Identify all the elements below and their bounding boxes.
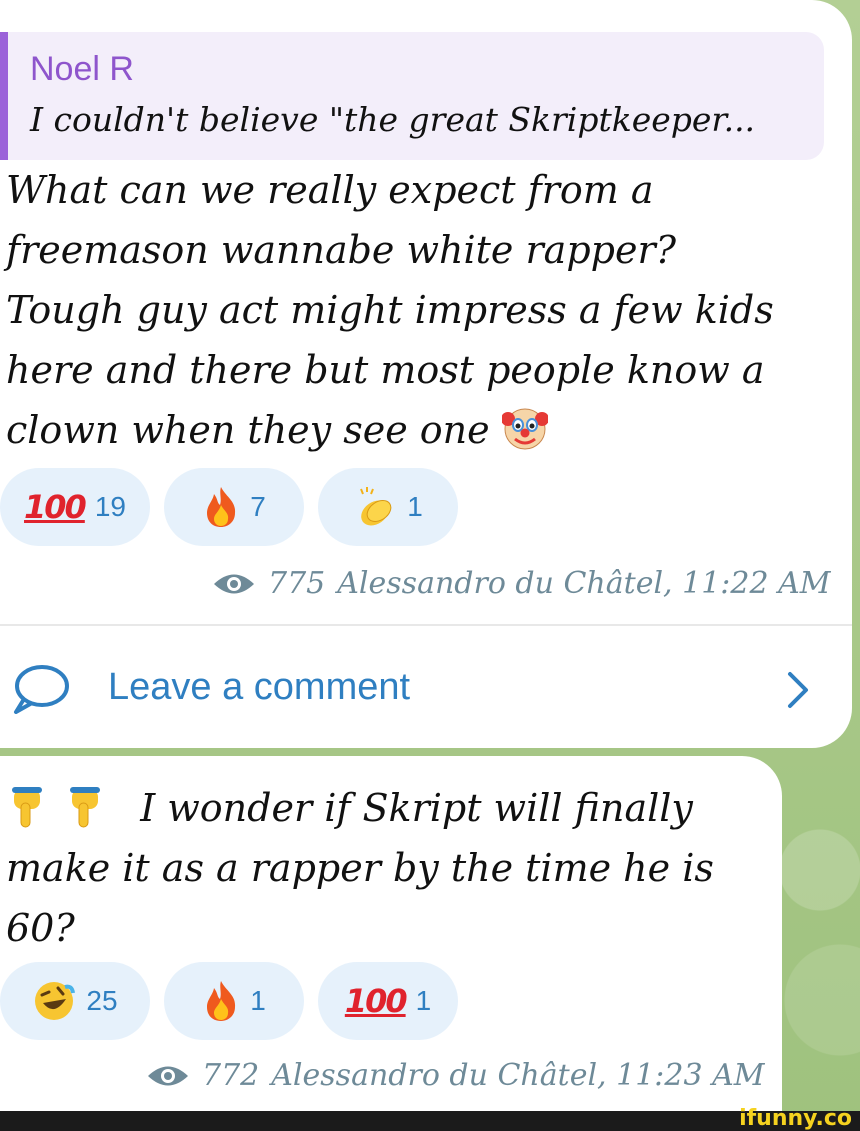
message-line: 60? [6, 906, 75, 950]
clown-face-icon [501, 408, 548, 450]
reaction-count: 19 [94, 491, 126, 522]
reaction-hundred[interactable]: 100 19 [0, 468, 150, 546]
fire-icon [207, 487, 236, 527]
comment-bubble-icon [14, 665, 69, 714]
message-line: Tough guy act might impress a few kids [6, 288, 774, 332]
fire-icon [207, 981, 236, 1021]
chevron-right-icon [788, 672, 808, 708]
reaction-count: 25 [86, 985, 118, 1016]
view-count: 775 [268, 566, 326, 601]
pointing-down-hand-icon [70, 787, 101, 828]
reaction-clap[interactable]: 1 [318, 468, 458, 546]
hundred-points-icon: 100 [24, 488, 87, 526]
author-time: Alessandro du Châtel, 11:23 AM [271, 1058, 765, 1093]
reaction-fire[interactable]: 1 [164, 962, 304, 1040]
rolling-laughing-icon [35, 982, 76, 1020]
message-line: here and there but most people know a [6, 348, 765, 392]
hundred-points-icon: 100 [344, 982, 408, 1020]
pointing-down-hand-icon [12, 787, 42, 828]
reaction-count: 7 [250, 491, 266, 522]
channel-post-2: I wonder if Skript will finally make it … [0, 756, 782, 1116]
clapping-hands-icon [360, 487, 392, 526]
message-line-with-emoji: clown when they see one [6, 400, 548, 460]
message-line: What can we really expect from a [6, 168, 654, 212]
divider [0, 624, 852, 626]
post-meta: 775 Alessandro du Châtel, 11:22 AM [212, 566, 831, 601]
reaction-rofl[interactable]: 25 [0, 962, 150, 1040]
reaction-hundred[interactable]: 100 1 [318, 962, 458, 1040]
post-meta: 772 Alessandro du Châtel, 11:23 AM [146, 1058, 765, 1093]
message-line: freemason wannabe white rapper? [6, 228, 676, 272]
reaction-count: 1 [407, 491, 423, 522]
reply-quote[interactable]: Noel R I couldn't believe "the great Skr… [0, 32, 824, 160]
quote-text: I couldn't believe "the great Skriptkeep… [30, 100, 756, 139]
leave-comment-button[interactable]: Leave a comment [0, 640, 852, 736]
message-line: make it as a rapper by the time he is [6, 846, 714, 890]
message-line: clown when they see one [6, 408, 490, 452]
quote-author: Noel R [30, 50, 134, 88]
ifunny-watermark: ifunny.co [739, 1106, 852, 1131]
view-count: 772 [202, 1058, 260, 1093]
eye-icon [148, 1066, 188, 1085]
reaction-count: 1 [250, 985, 266, 1016]
channel-post: Noel R I couldn't believe "the great Skr… [0, 0, 852, 748]
reactions-bar: 25 1 100 1 [0, 962, 458, 1040]
eye-icon [214, 574, 254, 593]
comment-label: Leave a comment [108, 666, 411, 708]
watermark-bar [0, 1111, 860, 1131]
reactions-bar: 100 19 7 1 [0, 468, 458, 546]
message-line: I wonder if Skript will finally [140, 786, 693, 830]
reaction-count: 1 [415, 985, 432, 1016]
author-time: Alessandro du Châtel, 11:22 AM [337, 566, 831, 601]
reaction-fire[interactable]: 7 [164, 468, 304, 546]
message-line-with-emoji: I wonder if Skript will finally [6, 778, 693, 838]
